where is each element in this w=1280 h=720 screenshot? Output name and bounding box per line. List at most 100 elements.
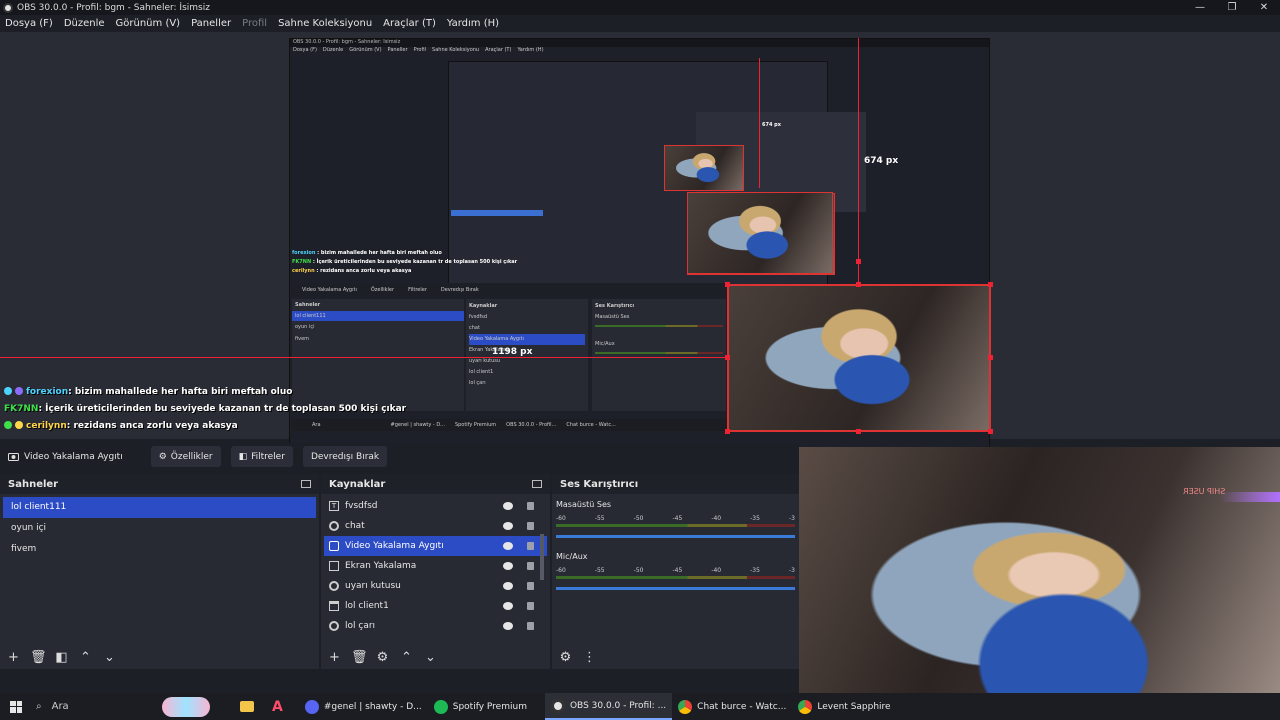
- source-item[interactable]: T fvsdfsd: [324, 496, 547, 516]
- resize-handle-br[interactable]: [988, 429, 993, 434]
- taskbar-app-label: Spotify Premium: [452, 701, 527, 712]
- more-options-icon[interactable]: ⋮: [582, 650, 597, 665]
- volume-meter: [556, 524, 795, 527]
- lock-icon[interactable]: [527, 602, 534, 610]
- filters-button[interactable]: ◧ Filtreler: [230, 446, 293, 467]
- eye-icon[interactable]: [503, 602, 513, 610]
- menu-help[interactable]: Yardım (H): [447, 18, 499, 29]
- scene-filters-button[interactable]: ◧: [54, 650, 69, 665]
- add-source-button[interactable]: +: [327, 650, 342, 665]
- sources-title: Kaynaklar: [329, 478, 386, 490]
- volume-slider[interactable]: [556, 587, 795, 590]
- move-up-button[interactable]: ⌃: [399, 650, 414, 665]
- popout-icon[interactable]: [301, 480, 311, 488]
- source-item[interactable]: Ekran Yakalama: [324, 556, 547, 576]
- menu-docks[interactable]: Paneller: [191, 18, 231, 29]
- disable-button[interactable]: Devredışı Bırak: [302, 446, 388, 467]
- restore-button[interactable]: ❐: [1216, 0, 1248, 15]
- resize-handle-bl[interactable]: [725, 429, 730, 434]
- lock-icon[interactable]: [527, 542, 534, 550]
- lock-icon[interactable]: [527, 622, 534, 630]
- chat-text: : İçerik üreticilerinden bu seviyede kaz…: [38, 404, 407, 414]
- source-item[interactable]: lol çarı: [324, 616, 547, 636]
- source-item[interactable]: uyarı kutusu: [324, 576, 547, 596]
- width-measure-label: 1198 px: [492, 347, 533, 357]
- chat-badge-icon: [15, 421, 23, 429]
- meter-ticks: -60 -55 -50 -45 -40 -35 -3: [556, 515, 795, 522]
- taskbar-app[interactable]: #genel | shawty - D...: [299, 693, 428, 720]
- nested-source-item: fvsdfsd: [469, 314, 488, 320]
- remove-scene-button[interactable]: 🗑: [30, 650, 47, 665]
- menu-scene-collection[interactable]: Sahne Koleksiyonu: [278, 18, 372, 29]
- taskbar-app[interactable]: Spotify Premium: [428, 693, 533, 720]
- scrollbar[interactable]: [540, 534, 544, 580]
- scene-item[interactable]: oyun içi: [3, 518, 316, 539]
- nested-meter: [595, 325, 723, 327]
- eye-icon[interactable]: [503, 622, 513, 630]
- resize-handle-t[interactable]: [856, 282, 861, 287]
- nested-chat: forexion : bizim mahallede her hafta bir…: [292, 249, 517, 276]
- minimize-button[interactable]: —: [1184, 0, 1216, 15]
- move-up-button[interactable]: ⌃: [78, 650, 93, 665]
- obs-window: OBS 30.0.0 - Profil: bgm - Sahneler: İsi…: [0, 0, 1280, 720]
- lock-icon[interactable]: [527, 522, 534, 530]
- move-down-button[interactable]: ⌄: [423, 650, 438, 665]
- resize-handle-tr[interactable]: [988, 282, 993, 287]
- resize-handle-b[interactable]: [856, 429, 861, 434]
- title-bar: OBS 30.0.0 - Profil: bgm - Sahneler: İsi…: [0, 0, 1280, 15]
- menu-profile[interactable]: Profil: [242, 18, 267, 29]
- popout-icon[interactable]: [532, 480, 542, 488]
- source-item[interactable]: lol client1: [324, 596, 547, 616]
- resize-handle-tl[interactable]: [725, 282, 730, 287]
- nested-chat-user: forexion: [292, 250, 316, 256]
- remove-source-button[interactable]: 🗑: [351, 650, 368, 665]
- resize-handle-l[interactable]: [725, 355, 730, 360]
- window-icon: [329, 601, 339, 611]
- taskbar-app[interactable]: Levent Sapphire: [792, 693, 896, 720]
- eye-icon[interactable]: [503, 562, 513, 570]
- eye-icon[interactable]: [503, 542, 513, 550]
- taskbar-search[interactable]: ⌕ Ara: [36, 693, 226, 720]
- lock-icon[interactable]: [527, 502, 534, 510]
- lock-icon[interactable]: [527, 562, 534, 570]
- resize-handle-r[interactable]: [988, 355, 993, 360]
- nested-context-item: Özellikler: [370, 287, 395, 293]
- properties-button[interactable]: ⚙ Özellikler: [150, 446, 221, 467]
- windows-start-icon[interactable]: [10, 700, 22, 713]
- selected-webcam-source[interactable]: [727, 284, 991, 432]
- deep-selected-row: [451, 210, 543, 216]
- scene-item[interactable]: lol client111: [3, 497, 316, 518]
- chrome-icon: [678, 699, 693, 714]
- source-item[interactable]: Video Yakalama Aygıtı: [324, 536, 547, 556]
- scene-item[interactable]: fivem: [3, 539, 316, 560]
- mixer-toolbar: ⚙ ⋮: [552, 645, 799, 669]
- volume-slider[interactable]: [556, 535, 795, 538]
- scenes-dock-header: Sahneler: [0, 474, 319, 494]
- eye-icon[interactable]: [503, 502, 513, 510]
- eye-icon[interactable]: [503, 522, 513, 530]
- lock-icon[interactable]: [527, 582, 534, 590]
- add-scene-button[interactable]: +: [6, 650, 21, 665]
- nested-meter: [595, 352, 723, 354]
- source-properties-gear-icon[interactable]: ⚙: [375, 650, 390, 665]
- move-down-button[interactable]: ⌄: [102, 650, 117, 665]
- close-button[interactable]: ✕: [1248, 0, 1280, 15]
- menu-tools[interactable]: Araçlar (T): [383, 18, 436, 29]
- file-explorer-icon[interactable]: [240, 701, 254, 712]
- taskbar-app[interactable]: Chat burce - Watc...: [672, 693, 792, 720]
- preview-canvas[interactable]: OBS 30.0.0 - Profil: bgm - Sahneler: İsi…: [0, 32, 1280, 465]
- properties-label: Özellikler: [170, 451, 213, 462]
- obs-icon: [550, 698, 565, 713]
- source-item[interactable]: chat: [324, 516, 547, 536]
- chat-text: : rezidans anca zorlu veya akasya: [66, 421, 238, 431]
- eye-icon[interactable]: [503, 582, 513, 590]
- app-a-icon[interactable]: A: [272, 699, 283, 715]
- menu-file[interactable]: Dosya (F): [5, 18, 53, 29]
- menu-view[interactable]: Görünüm (V): [116, 18, 181, 29]
- advanced-audio-gear-icon[interactable]: ⚙: [558, 650, 573, 665]
- taskbar-app[interactable]: OBS 30.0.0 - Profil: ...: [544, 693, 673, 720]
- menu-edit[interactable]: Düzenle: [64, 18, 105, 29]
- nested-menu-item: Görünüm (V): [349, 47, 382, 53]
- resize-handle-small[interactable]: [856, 259, 861, 264]
- chat-message: forexion: bizim mahallede her hafta biri…: [0, 384, 406, 401]
